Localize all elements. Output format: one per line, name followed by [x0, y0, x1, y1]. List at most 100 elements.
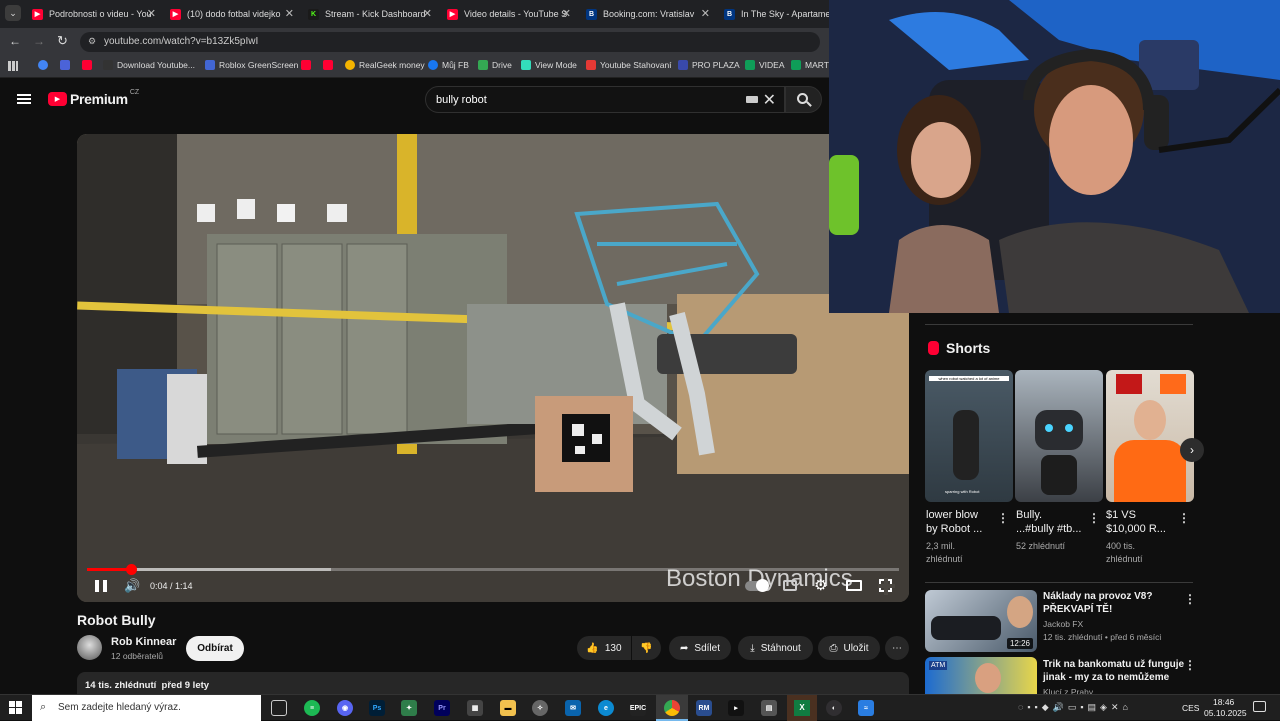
description-box[interactable]: 14 tis. zhlédnutí před 9 lety — [77, 672, 909, 694]
short-title[interactable]: lower blow by Robot ... — [926, 508, 982, 536]
bookmark-item[interactable]: Download Youtube... — [103, 60, 195, 70]
taskbar-search-box[interactable]: ⌕ Sem zadejte hledaný výraz. — [32, 695, 261, 721]
search-button[interactable] — [785, 86, 822, 113]
app-icon[interactable]: ✦ — [401, 700, 417, 716]
autoplay-toggle[interactable] — [745, 579, 769, 592]
short-title[interactable]: Bully. ...#bully #tb... — [1016, 508, 1081, 536]
browser-tab[interactable]: ▶ Video details - YouTube S ✕ — [441, 3, 575, 25]
subtitles-icon[interactable] — [783, 580, 797, 591]
recommended-menu-icon[interactable]: ⋮ — [1184, 592, 1196, 606]
close-tab-icon[interactable]: ✕ — [147, 7, 156, 20]
terminal-icon[interactable]: ▸ — [728, 700, 744, 716]
close-tab-icon[interactable]: ✕ — [285, 7, 294, 20]
browser-tab[interactable]: BIn The Sky - Apartamenty — [718, 3, 830, 25]
like-button[interactable]: 👍 130 — [577, 636, 631, 660]
short-menu-icon[interactable]: ⋮ — [1088, 511, 1100, 525]
epic-games-icon[interactable]: EPIC — [630, 700, 646, 716]
close-tab-icon[interactable]: ✕ — [701, 7, 710, 20]
pause-icon[interactable] — [95, 580, 107, 592]
obs-icon[interactable]: ◐ — [826, 700, 842, 716]
excel-taskbar-item[interactable]: X — [787, 695, 817, 721]
settings-gear-icon[interactable]: ⚙ — [814, 576, 827, 594]
short-menu-icon[interactable]: ⋮ — [997, 511, 1009, 525]
save-button[interactable]: ⎙ Uložit — [818, 636, 880, 660]
scrubber-handle[interactable] — [125, 564, 137, 575]
keyboard-icon[interactable] — [746, 96, 758, 103]
channel-avatar[interactable] — [77, 635, 102, 660]
shorts-next-arrow[interactable]: › — [1180, 438, 1204, 462]
recommended-menu-icon[interactable]: ⋮ — [1184, 658, 1196, 672]
reload-icon[interactable]: ↻ — [57, 33, 68, 49]
close-tab-icon[interactable]: ✕ — [423, 7, 432, 20]
clock-time[interactable]: 18:46 — [1213, 697, 1234, 707]
bookmark-item[interactable]: PRO PLAZA — [678, 60, 740, 70]
back-arrow-icon[interactable]: ← — [9, 34, 21, 48]
channel-name[interactable]: Rob Kinnear — [111, 636, 176, 648]
browser-tab[interactable]: ▶ (10) dodo fotbal videjko ✕ — [164, 3, 298, 25]
bookmark-item[interactable] — [60, 60, 74, 70]
browser-tab[interactable]: B Booking.com: Vratislav ✕ — [580, 3, 714, 25]
recommended-title[interactable]: Trik na bankomatu už funguje jinak - my z… — [1043, 658, 1184, 684]
bookmark-item[interactable]: Youtube Stahovaní — [586, 60, 672, 70]
premiere-icon[interactable]: Pr — [434, 700, 450, 716]
clock-date[interactable]: 05.10.2025 — [1204, 708, 1247, 718]
edge-icon[interactable]: e — [598, 700, 614, 716]
fullscreen-icon[interactable] — [878, 578, 895, 595]
youtube-logo[interactable]: ▶ Premium CZ — [48, 89, 139, 107]
url-bar[interactable]: ⚙ youtube.com/watch?v=b13Zk5pIwI — [80, 32, 820, 52]
rm-app-icon[interactable]: RM — [696, 700, 712, 716]
photoshop-icon[interactable]: Ps — [369, 700, 385, 716]
calculator-icon[interactable]: ▤ — [761, 700, 777, 716]
short-thumbnail[interactable]: when robot watched a lot of anime sparri… — [925, 370, 1013, 502]
bookmark-item[interactable] — [38, 60, 52, 70]
apps-grid-icon[interactable] — [8, 61, 18, 71]
bookmark-item[interactable]: VIDEA — [745, 60, 785, 70]
recommended-thumbnail[interactable]: ATM — [925, 657, 1037, 694]
subscribe-button[interactable]: Odbírat — [186, 636, 244, 661]
recommended-thumbnail[interactable]: 12:26 — [925, 590, 1037, 652]
bookmark-item[interactable]: Roblox GreenScreen — [205, 60, 298, 70]
tab-search-button[interactable]: ⌄ — [5, 5, 21, 21]
file-explorer-icon[interactable]: ▬ — [500, 700, 516, 716]
browser-tab[interactable]: ▶ Podrobnosti o videu - You ✕ — [26, 3, 160, 25]
clear-search-icon[interactable]: ✕ — [763, 90, 776, 110]
bookmark-item[interactable]: Můj FB — [428, 60, 469, 70]
video-player[interactable]: Boston Dynamics 🔊 0:04 / 1:14 ⚙ — [77, 134, 909, 602]
ai-app-icon[interactable]: ✧ — [532, 700, 548, 716]
short-menu-icon[interactable]: ⋮ — [1178, 511, 1190, 525]
short-thumbnail[interactable] — [1106, 370, 1194, 502]
download-button[interactable]: ⤓ Stáhnout — [738, 636, 813, 660]
system-tray-icons[interactable]: ◌▪▪◆🔊▭▪▤◈✕⌂ — [1018, 702, 1132, 713]
bookmark-item[interactable]: Drive — [478, 60, 512, 70]
search-input[interactable]: bully robot ✕ — [425, 86, 785, 113]
volume-icon[interactable]: 🔊 — [124, 578, 140, 594]
close-tab-icon[interactable]: ✕ — [562, 7, 571, 20]
bookmark-item[interactable] — [301, 60, 315, 70]
forward-arrow-icon[interactable]: → — [33, 34, 45, 48]
task-view-icon[interactable] — [271, 700, 287, 716]
short-title[interactable]: $1 VS $10,000 R... — [1106, 508, 1166, 536]
more-actions-button[interactable]: ⋯ — [885, 636, 909, 660]
input-language[interactable]: CES — [1182, 703, 1199, 713]
bookmark-item[interactable]: View Mode — [521, 60, 577, 70]
app-icon[interactable]: ≈ — [858, 700, 874, 716]
recommended-title[interactable]: Náklady na provoz V8? PŘEKVAPÍ TĚ! — [1043, 590, 1152, 616]
site-info-icon[interactable]: ⚙ — [88, 36, 96, 47]
bookmark-item[interactable] — [323, 60, 337, 70]
recommended-channel[interactable]: Klucí z Prahy — [1043, 686, 1093, 694]
notification-icon[interactable] — [1253, 701, 1266, 712]
bookmark-item[interactable] — [82, 60, 96, 70]
browser-tab[interactable]: K Stream - Kick Dashboard ✕ — [302, 3, 436, 25]
hamburger-menu-icon[interactable] — [17, 94, 31, 104]
theater-mode-icon[interactable] — [846, 580, 862, 591]
share-button[interactable]: ➦ Sdílet — [669, 636, 731, 660]
bookmark-item[interactable]: RealGeek money — [345, 60, 425, 70]
chrome-taskbar-item[interactable] — [656, 695, 688, 721]
windows-start-icon[interactable] — [9, 701, 22, 714]
discord-icon[interactable]: ◉ — [337, 700, 353, 716]
short-thumbnail[interactable] — [1015, 370, 1103, 502]
spotify-icon[interactable]: ≡ — [304, 700, 320, 716]
dislike-button[interactable]: 👎 — [632, 636, 661, 660]
outlook-icon[interactable]: ✉ — [565, 700, 581, 716]
store-icon[interactable]: ▦ — [467, 700, 483, 716]
